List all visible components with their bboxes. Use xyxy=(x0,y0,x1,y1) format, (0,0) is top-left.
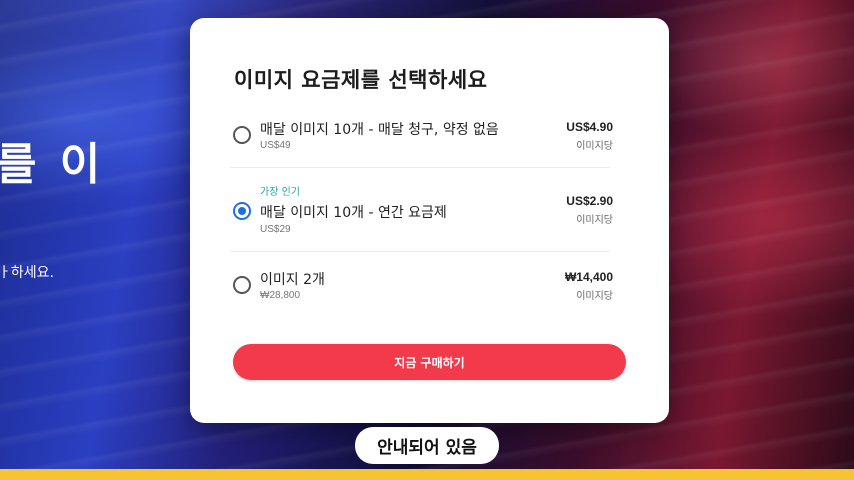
plan-option-annual[interactable]: 가장 인기 매달 이미지 10개 - 연간 요금제 US$29 US$2.90 … xyxy=(230,168,613,252)
plan-total-price: ₩28,800 xyxy=(260,290,301,301)
plan-unit-price: US$4.90 xyxy=(566,120,613,134)
plan-name: 이미지 2개 xyxy=(260,272,325,288)
plan-option-two-images[interactable]: 이미지 2개 ₩28,800 ₩14,400 이미지당 xyxy=(230,252,613,312)
plan-selection-modal: 이미지 요금제를 선택하세요 매달 이미지 10개 - 매달 청구, 약정 없음… xyxy=(190,18,669,423)
most-popular-badge: 가장 인기 xyxy=(260,187,300,198)
plan-unit-price: ₩14,400 xyxy=(564,270,613,284)
radio-button-selected[interactable] xyxy=(233,202,251,220)
background-subtext: ㅏ하세요. xyxy=(0,265,54,281)
plan-total-price: US$29 xyxy=(260,224,291,235)
plan-per-unit-label: 이미지당 xyxy=(576,141,613,152)
plan-per-unit-label: 이미지당 xyxy=(576,215,613,226)
bottom-accent-bar xyxy=(0,469,854,480)
plan-name: 매달 이미지 10개 - 연간 요금제 xyxy=(260,205,447,221)
subtitle-caption: 안내되어 있음 xyxy=(355,427,499,464)
background-heading: 를 이 xyxy=(0,139,105,190)
plan-option-monthly[interactable]: 매달 이미지 10개 - 매달 청구, 약정 없음 US$49 US$4.90 … xyxy=(230,114,613,168)
plan-total-price: US$49 xyxy=(260,140,291,151)
plan-name: 매달 이미지 10개 - 매달 청구, 약정 없음 xyxy=(260,122,499,138)
modal-title: 이미지 요금제를 선택하세요 xyxy=(234,68,488,92)
plan-unit-price: US$2.90 xyxy=(566,194,613,208)
radio-button[interactable] xyxy=(233,276,251,294)
buy-now-button[interactable]: 지금 구매하기 xyxy=(233,344,626,380)
plan-per-unit-label: 이미지당 xyxy=(576,291,613,302)
radio-button[interactable] xyxy=(233,126,251,144)
